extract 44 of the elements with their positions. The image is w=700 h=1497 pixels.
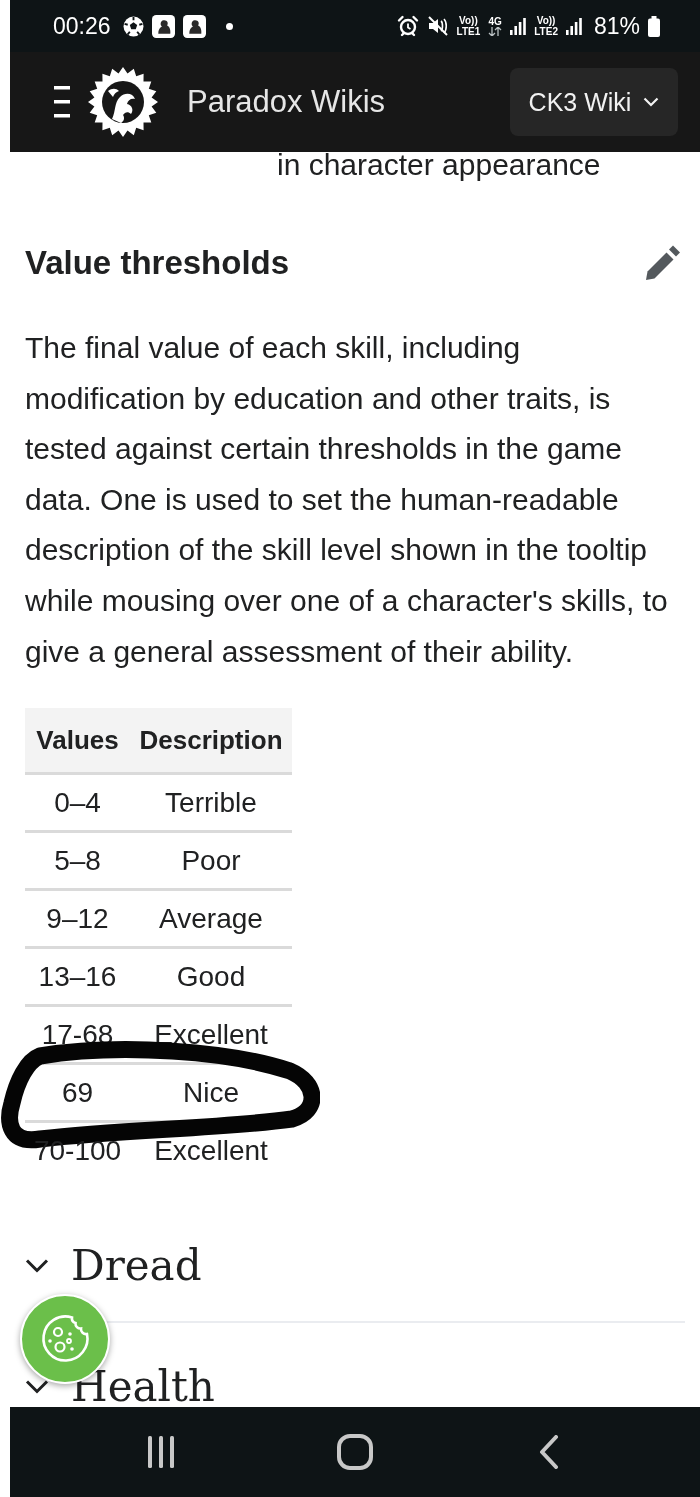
app-notification-icon bbox=[151, 14, 175, 38]
menu-icon[interactable] bbox=[52, 85, 70, 119]
signal-icon bbox=[565, 17, 582, 35]
column-header: Values bbox=[35, 724, 120, 756]
table-cell-text: 9–12 bbox=[45, 902, 110, 935]
table-cell-text: Terrible bbox=[164, 786, 258, 819]
battery-percentage: 81% bbox=[593, 12, 640, 40]
table-cell-text: 0–4 bbox=[53, 786, 102, 819]
paragraph: The final value of each skill, including modification by education and other traits, is tested against certain thresholds in the game data. One is used to set the human-readable description of the skill level shown in the tooltip while mousing over one of a character's skills, to give a general assessment of their ability. bbox=[25, 330, 669, 670]
volte-label: Vo)) bbox=[536, 15, 556, 26]
network-label: LTE2 bbox=[534, 26, 558, 37]
table-cell-text: 5–8 bbox=[53, 844, 102, 877]
table-cell-text: Average bbox=[158, 902, 264, 935]
battery-icon bbox=[648, 15, 660, 37]
wiki-selector-button[interactable]: CK3 Wiki bbox=[510, 68, 678, 136]
edit-icon[interactable] bbox=[645, 245, 683, 281]
table-cell-text: Excellent bbox=[153, 1134, 269, 1167]
notification-dot-icon bbox=[225, 22, 233, 30]
home-icon[interactable] bbox=[337, 1434, 373, 1470]
table-cell-text: Nice bbox=[182, 1076, 240, 1109]
clock-time: 00:26 bbox=[53, 12, 111, 40]
data-arrows-icon bbox=[488, 27, 503, 36]
site-title[interactable]: Paradox Wikis bbox=[187, 84, 386, 120]
app-notification-icon bbox=[182, 14, 206, 38]
logo-icon[interactable] bbox=[88, 67, 158, 137]
table-cell-text: 69 bbox=[60, 1076, 95, 1109]
back-icon[interactable] bbox=[539, 1435, 559, 1469]
signal-icon bbox=[510, 17, 527, 35]
recent-apps-icon[interactable] bbox=[148, 1436, 174, 1468]
table-cell-text: Excellent bbox=[153, 1018, 269, 1051]
cookie-icon bbox=[39, 1313, 91, 1365]
column-header: Description bbox=[138, 724, 284, 756]
alarm-clock-icon bbox=[396, 15, 419, 37]
text-fragment: in character appearance bbox=[277, 147, 602, 183]
soccer-ball-icon bbox=[122, 15, 144, 37]
table-cell-text: Poor bbox=[180, 844, 242, 877]
chevron-down-icon bbox=[643, 97, 660, 107]
network-type-label: 4G bbox=[488, 16, 502, 27]
section-title: Value thresholds bbox=[25, 243, 290, 283]
network-label: LTE1 bbox=[456, 26, 481, 37]
table-cell-text: 13–16 bbox=[37, 960, 118, 993]
table-cell-text: Good bbox=[175, 960, 247, 993]
muted-speaker-icon bbox=[426, 15, 449, 37]
volte-label: Vo)) bbox=[459, 15, 478, 26]
